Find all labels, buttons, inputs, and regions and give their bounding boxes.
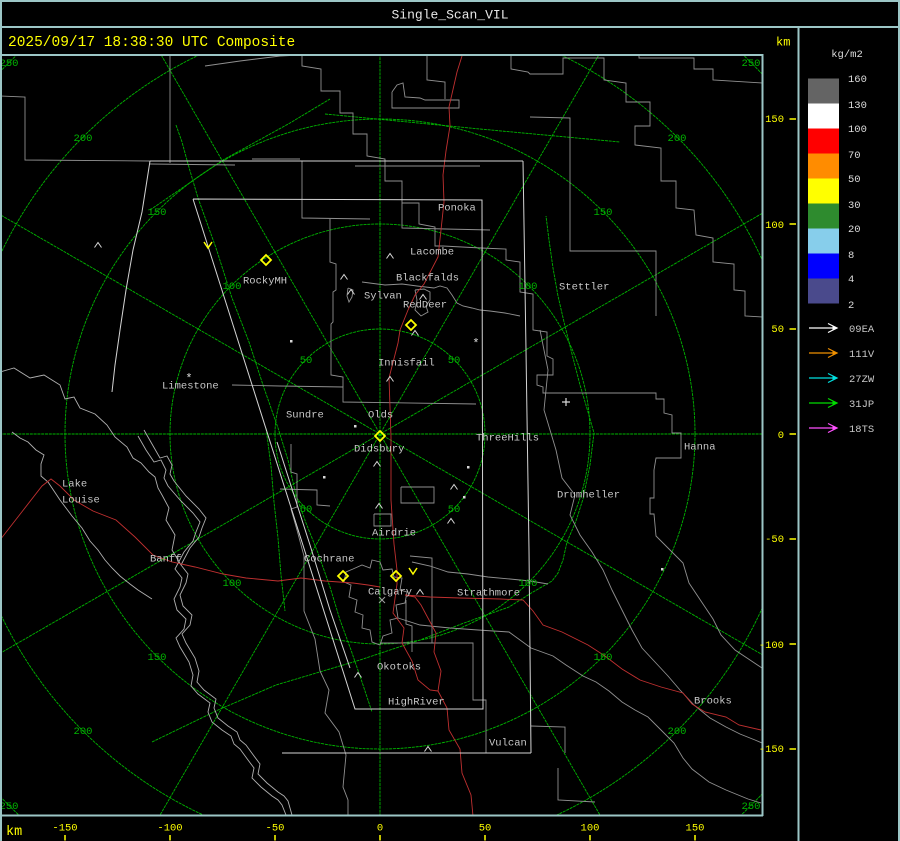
svg-text:*: *: [472, 337, 479, 351]
svg-text:0: 0: [377, 823, 383, 835]
svg-text:RockyMH: RockyMH: [243, 276, 287, 288]
svg-text:HighRiver: HighRiver: [388, 697, 445, 709]
svg-text:-50: -50: [765, 534, 784, 546]
svg-text:Sylvan: Sylvan: [364, 291, 402, 303]
svg-text:18TS: 18TS: [849, 424, 874, 436]
svg-text:kg/m2: kg/m2: [831, 49, 863, 61]
svg-text:Lacombe: Lacombe: [410, 247, 454, 259]
svg-text:2: 2: [848, 300, 854, 312]
svg-text:100: 100: [223, 281, 242, 293]
svg-text:100: 100: [519, 281, 538, 293]
svg-text:Brooks: Brooks: [694, 696, 732, 708]
svg-text:Hanna: Hanna: [684, 442, 716, 454]
svg-text:150: 150: [148, 652, 167, 664]
svg-text:Drumheller: Drumheller: [557, 490, 620, 502]
svg-text:ThreeHills: ThreeHills: [476, 433, 539, 445]
svg-text:09EA: 09EA: [849, 324, 875, 336]
svg-text:50: 50: [448, 355, 461, 367]
svg-text:-50: -50: [266, 823, 285, 835]
svg-text:Louise: Louise: [62, 495, 100, 507]
svg-text:100: 100: [765, 220, 784, 232]
svg-text:RedDeer: RedDeer: [403, 300, 447, 312]
svg-text:250: 250: [742, 801, 761, 813]
svg-text:Ponoka: Ponoka: [438, 203, 476, 215]
svg-text:50: 50: [300, 355, 313, 367]
svg-text:Innisfail: Innisfail: [378, 358, 435, 370]
svg-text:150: 150: [594, 207, 613, 219]
svg-text:-100: -100: [157, 823, 182, 835]
svg-text:27ZW: 27ZW: [849, 374, 875, 386]
svg-text:50: 50: [771, 324, 784, 336]
svg-text:Single_Scan_VIL: Single_Scan_VIL: [391, 8, 508, 23]
svg-text:100: 100: [519, 578, 538, 590]
svg-text:150: 150: [148, 207, 167, 219]
svg-text:2025/09/17 18:38:30 UTC Compos: 2025/09/17 18:38:30 UTC Composite: [8, 35, 295, 51]
svg-text:Stettler: Stettler: [559, 282, 609, 294]
svg-text:150: 150: [594, 652, 613, 664]
svg-text:150: 150: [686, 823, 705, 835]
svg-text:100: 100: [848, 124, 867, 136]
svg-text:4: 4: [848, 274, 854, 286]
svg-text:km: km: [6, 825, 22, 840]
svg-text:0: 0: [778, 430, 784, 442]
svg-text:Didsbury: Didsbury: [354, 444, 404, 456]
svg-text:130: 130: [848, 100, 867, 112]
svg-text:100: 100: [581, 823, 600, 835]
svg-text:km: km: [776, 36, 790, 50]
svg-text:250: 250: [742, 58, 761, 70]
svg-text:111V: 111V: [849, 349, 875, 361]
svg-text:*: *: [185, 372, 192, 386]
svg-text:250: 250: [0, 801, 18, 813]
svg-text:200: 200: [74, 133, 93, 145]
svg-text:70: 70: [848, 150, 861, 162]
svg-text:-150: -150: [759, 744, 784, 756]
svg-text:-150: -150: [52, 823, 77, 835]
svg-text:200: 200: [668, 726, 687, 738]
svg-text:160: 160: [848, 74, 867, 86]
svg-text:50: 50: [448, 504, 461, 516]
svg-text:-100: -100: [759, 640, 784, 652]
svg-text:50: 50: [479, 823, 492, 835]
svg-text:50: 50: [848, 174, 861, 186]
svg-text:150: 150: [765, 114, 784, 126]
svg-text:Lake: Lake: [62, 479, 87, 491]
svg-text:Airdrie: Airdrie: [372, 528, 416, 540]
svg-text:Okotoks: Okotoks: [377, 662, 421, 674]
svg-text:Calgary: Calgary: [368, 587, 412, 599]
svg-text:30: 30: [848, 200, 861, 212]
svg-text:31JP: 31JP: [849, 399, 874, 411]
svg-text:Blackfalds: Blackfalds: [396, 273, 459, 285]
svg-text:50: 50: [300, 504, 313, 516]
svg-text:200: 200: [74, 726, 93, 738]
svg-text:Banff: Banff: [150, 554, 182, 566]
svg-text:100: 100: [223, 578, 242, 590]
svg-text:20: 20: [848, 224, 861, 236]
svg-text:8: 8: [848, 250, 854, 262]
svg-text:Olds: Olds: [368, 410, 393, 422]
svg-text:Cochrane: Cochrane: [304, 554, 354, 566]
svg-text:250: 250: [0, 58, 18, 70]
svg-text:Sundre: Sundre: [286, 410, 324, 422]
svg-text:Vulcan: Vulcan: [489, 738, 527, 750]
svg-text:Strathmore: Strathmore: [457, 588, 520, 600]
svg-text:200: 200: [668, 133, 687, 145]
